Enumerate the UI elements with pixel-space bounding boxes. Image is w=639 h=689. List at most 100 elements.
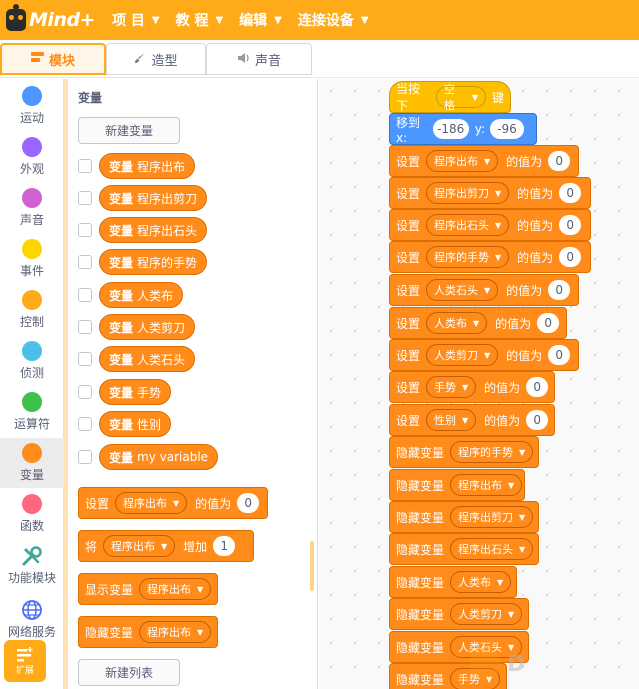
- variable-dropdown[interactable]: 人类石头 ▼: [426, 279, 499, 301]
- set-variable-block[interactable]: 设置 手势 ▼ 的值为 0: [389, 371, 555, 403]
- variable-dropdown[interactable]: 程序出石头 ▼: [450, 538, 534, 560]
- variable-reporter[interactable]: 变量 人类布: [99, 282, 184, 308]
- hide-variable-block[interactable]: 隐藏变量 程序出石头 ▼: [389, 533, 539, 565]
- value-input[interactable]: 0: [559, 247, 582, 267]
- category-motion[interactable]: 运动: [0, 81, 64, 131]
- change-variable-block[interactable]: 将 程序出布 ▼ 增加 1: [78, 530, 254, 562]
- category-operators[interactable]: 运算符: [0, 387, 64, 437]
- category-looks[interactable]: 外观: [0, 132, 64, 182]
- variable-row: 变量 手势: [78, 379, 172, 405]
- set-variable-block[interactable]: 设置 程序的手势 ▼ 的值为 0: [389, 241, 591, 273]
- variable-dropdown[interactable]: 人类剪刀 ▼: [426, 344, 499, 366]
- menu-project[interactable]: 项 目 ▼: [112, 10, 160, 30]
- value-input[interactable]: 0: [537, 313, 560, 333]
- variable-reporter[interactable]: 变量 手势: [99, 379, 172, 405]
- value-input[interactable]: 0: [548, 151, 571, 171]
- variable-dropdown[interactable]: 程序的手势 ▼: [426, 246, 510, 268]
- variable-reporter[interactable]: 变量 人类剪刀: [99, 314, 196, 340]
- hide-variable-block[interactable]: 隐藏变量 程序出布 ▼: [389, 469, 525, 501]
- variable-dropdown[interactable]: 程序出布 ▼: [139, 578, 212, 600]
- variable-reporter[interactable]: 变量 程序出石头: [99, 217, 208, 243]
- variable-dropdown[interactable]: 程序出布 ▼: [103, 535, 176, 557]
- variable-reporter[interactable]: 变量 程序出布: [99, 153, 196, 179]
- variable-dropdown[interactable]: 人类布 ▼: [426, 312, 488, 334]
- value-input[interactable]: 0: [548, 345, 571, 365]
- menu-edit[interactable]: 编辑 ▼: [239, 10, 282, 30]
- category-function-modules[interactable]: 功能模块: [0, 541, 64, 595]
- value-input[interactable]: 0: [526, 377, 549, 397]
- set-variable-block[interactable]: 设置 程序出剪刀 ▼ 的值为 0: [389, 177, 591, 209]
- variable-reporter[interactable]: 变量 人类石头: [99, 346, 196, 372]
- value-input[interactable]: 0: [526, 410, 549, 430]
- variable-dropdown[interactable]: 人类布 ▼: [450, 571, 512, 593]
- caret-down-icon: ▼: [151, 14, 160, 26]
- variable-dropdown[interactable]: 程序出布 ▼: [139, 621, 212, 643]
- y-input[interactable]: -96: [490, 119, 524, 139]
- variable-reporter[interactable]: 变量 程序的手势: [99, 249, 208, 275]
- variable-reporter[interactable]: 变量 my variable: [99, 444, 219, 470]
- tab-sounds[interactable]: 声音: [206, 43, 312, 75]
- hide-variable-block[interactable]: 隐藏变量 程序出剪刀 ▼: [389, 501, 539, 533]
- variable-checkbox[interactable]: [78, 320, 92, 334]
- menu-tutorial[interactable]: 教 程 ▼: [176, 10, 224, 30]
- variable-dropdown[interactable]: 程序出布 ▼: [450, 474, 523, 496]
- category-sound[interactable]: 声音: [0, 183, 64, 233]
- variable-checkbox[interactable]: [78, 255, 92, 269]
- value-input[interactable]: 0: [548, 280, 571, 300]
- editor-tabs: 模块 造型 声音: [0, 40, 639, 78]
- new-variable-button[interactable]: 新建变量: [78, 117, 180, 144]
- extension-button[interactable]: 扩展: [4, 640, 46, 682]
- hide-variable-block[interactable]: 隐藏变量 人类剪刀 ▼: [389, 598, 529, 630]
- category-functions[interactable]: 函数: [0, 489, 64, 539]
- palette-scrollbar[interactable]: [310, 541, 314, 591]
- set-variable-block[interactable]: 设置 人类剪刀 ▼ 的值为 0: [389, 339, 579, 371]
- variable-checkbox[interactable]: [78, 352, 92, 366]
- value-input[interactable]: 0: [237, 493, 260, 513]
- set-variable-block[interactable]: 设置 程序出布 ▼ 的值为 0: [389, 145, 579, 177]
- set-variable-block[interactable]: 设置 人类石头 ▼ 的值为 0: [389, 274, 579, 306]
- variable-dropdown[interactable]: 程序出布 ▼: [115, 492, 188, 514]
- key-dropdown[interactable]: 空格 ▼: [435, 83, 486, 112]
- goto-xy-block[interactable]: 移到 x: -186 y: -96: [389, 113, 537, 145]
- variable-checkbox[interactable]: [78, 450, 92, 464]
- value-input[interactable]: 0: [559, 215, 582, 235]
- variable-checkbox[interactable]: [78, 191, 92, 205]
- category-sensing[interactable]: 侦测: [0, 336, 64, 386]
- value-input[interactable]: 1: [213, 536, 236, 556]
- set-variable-block[interactable]: 设置 程序出布 ▼ 的值为 0: [78, 487, 268, 519]
- new-list-button[interactable]: 新建列表: [78, 659, 180, 686]
- variable-dropdown[interactable]: 程序出石头 ▼: [426, 214, 510, 236]
- hide-variable-block[interactable]: 隐藏变量 程序的手势 ▼: [389, 436, 539, 468]
- variable-reporter[interactable]: 变量 程序出剪刀: [99, 185, 208, 211]
- variable-checkbox[interactable]: [78, 385, 92, 399]
- variable-dropdown[interactable]: 性别 ▼: [426, 409, 477, 431]
- menu-connect-device[interactable]: 连接设备 ▼: [298, 10, 369, 30]
- variable-checkbox[interactable]: [78, 288, 92, 302]
- variable-dropdown[interactable]: 程序的手势 ▼: [450, 441, 534, 463]
- variable-checkbox[interactable]: [78, 223, 92, 237]
- variable-dropdown[interactable]: 手势 ▼: [426, 376, 477, 398]
- variable-dropdown[interactable]: 人类剪刀 ▼: [450, 603, 523, 625]
- variable-dropdown[interactable]: 程序出剪刀 ▼: [450, 506, 534, 528]
- category-control[interactable]: 控制: [0, 285, 64, 335]
- variable-checkbox[interactable]: [78, 417, 92, 431]
- mind-plus-logo[interactable]: Mind+: [6, 4, 96, 31]
- x-input[interactable]: -186: [432, 119, 469, 139]
- tab-blocks[interactable]: 模块: [0, 43, 106, 75]
- tab-costumes[interactable]: 造型: [106, 43, 206, 75]
- category-variables[interactable]: 变量: [0, 438, 64, 488]
- variable-dropdown[interactable]: 程序出布 ▼: [426, 150, 499, 172]
- variable-checkbox[interactable]: [78, 159, 92, 173]
- set-variable-block[interactable]: 设置 人类布 ▼ 的值为 0: [389, 307, 567, 339]
- show-variable-block[interactable]: 显示变量 程序出布 ▼: [78, 573, 218, 605]
- when-key-pressed-block[interactable]: 当按下 空格 ▼ 键: [389, 81, 511, 113]
- variable-dropdown[interactable]: 程序出剪刀 ▼: [426, 182, 510, 204]
- category-events[interactable]: 事件: [0, 234, 64, 284]
- hide-variable-block[interactable]: 隐藏变量 程序出布 ▼: [78, 616, 218, 648]
- set-variable-block[interactable]: 设置 性别 ▼ 的值为 0: [389, 404, 555, 436]
- value-input[interactable]: 0: [559, 183, 582, 203]
- hide-variable-block[interactable]: 隐藏变量 人类布 ▼: [389, 566, 517, 598]
- variable-reporter[interactable]: 变量 性别: [99, 411, 172, 437]
- set-variable-block[interactable]: 设置 程序出石头 ▼ 的值为 0: [389, 209, 591, 241]
- script-workspace[interactable]: 当按下 空格 ▼ 键 移到 x: -186 y: -96 设置 程序出布 ▼ 的值为 0 …: [319, 79, 639, 689]
